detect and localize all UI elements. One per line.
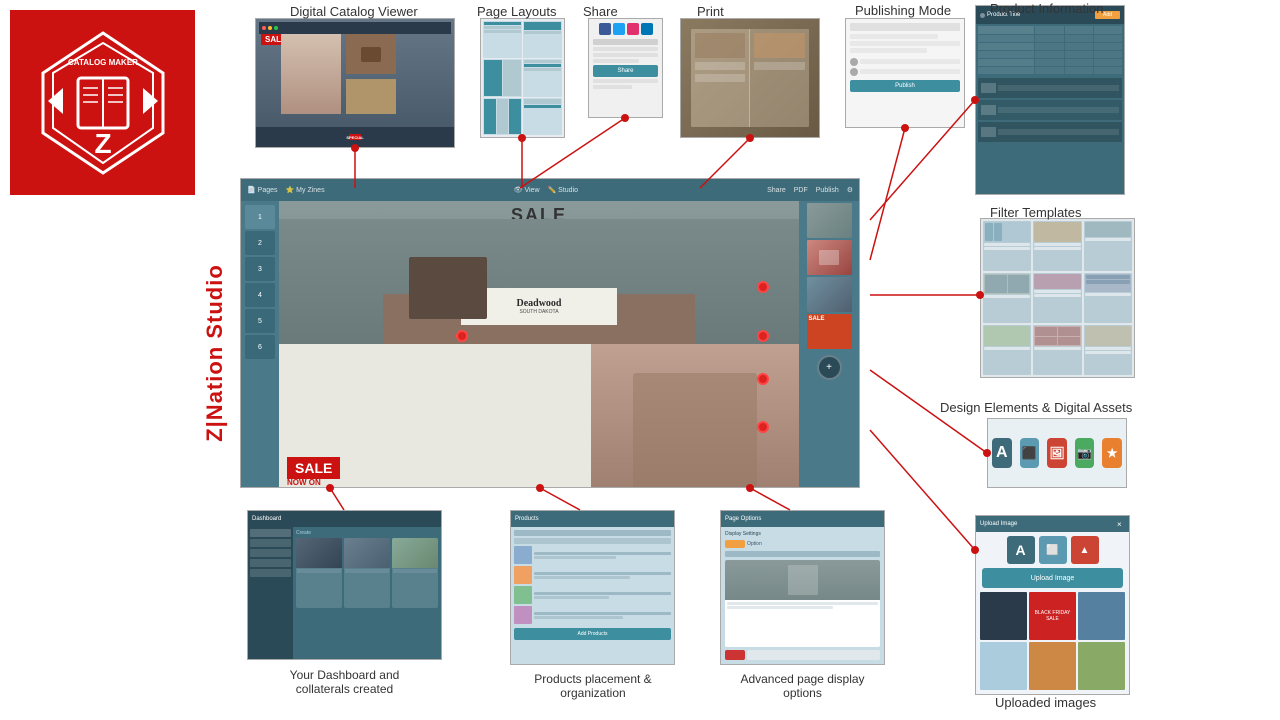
advanced-page-display-thumb: Page Options Display Settings Option (720, 510, 885, 665)
label-share: Share (583, 4, 618, 19)
filter-templates-thumb (980, 218, 1135, 378)
label-dashboard: Your Dashboard andcollaterals created (247, 668, 442, 696)
dashboard-thumb: Dashboard Create (247, 510, 442, 660)
design-elements-thumb: A ⬛ 🖼 📷 ★ (987, 418, 1127, 488)
page-thumb-2[interactable]: 2 (245, 231, 275, 255)
svg-text:CATALOG MAKER: CATALOG MAKER (68, 58, 138, 67)
publishing-mode-thumb: Publish (845, 18, 965, 128)
page-thumb-4[interactable]: 4 (245, 283, 275, 307)
editor-dot-5 (456, 330, 468, 342)
editor-right-panel: SALE + (799, 201, 859, 487)
main-editor: 📄 Pages ⭐ My Zines 👁 View ✏️ Studio Shar… (240, 178, 860, 488)
share-thumb: Share (588, 18, 663, 118)
canvas-content: SALE Deadwood SOUTH DAKOTA SALE (279, 201, 799, 487)
logo-container: CATALOG MAKER Z (10, 10, 195, 195)
label-print: Print (697, 4, 724, 19)
label-publishing-mode: Publishing Mode (855, 3, 951, 18)
page-thumb-5[interactable]: 5 (245, 309, 275, 333)
page-thumb-3[interactable]: 3 (245, 257, 275, 281)
label-advanced-page: Advanced page displayoptions (715, 672, 890, 700)
uploaded-images-thumb: Upload Image × A ⬜ ▲ Upload Image BLACK … (975, 515, 1130, 695)
product-information-thumb: Product Title Add (975, 5, 1125, 195)
label-product-info: Product Information (990, 1, 1103, 16)
digital-catalog-viewer-thumb: SALE SPECIAL (255, 18, 455, 148)
page-thumb-6[interactable]: 6 (245, 335, 275, 359)
vertical-brand-text: Z|Nation Studio (202, 264, 228, 442)
editor-canvas[interactable]: SALE Deadwood SOUTH DAKOTA SALE (279, 201, 799, 487)
svg-text:Z: Z (94, 128, 111, 159)
label-filter-templates: Filter Templates (990, 205, 1082, 220)
editor-body: 1 2 3 4 5 6 SALE (241, 201, 859, 487)
editor-page-sidebar: 1 2 3 4 5 6 (241, 201, 279, 487)
page-thumb-1[interactable]: 1 (245, 205, 275, 229)
label-design-elements: Design Elements & Digital Assets (940, 400, 1132, 415)
editor-dot-3 (757, 373, 769, 385)
editor-dot-2 (757, 330, 769, 342)
label-products-placement: Products placement &organization (508, 672, 678, 700)
label-page-layouts: Page Layouts (477, 4, 557, 19)
label-digital-catalog: Digital Catalog Viewer (290, 4, 418, 19)
page-layouts-thumb (480, 18, 565, 138)
label-uploaded-images: Uploaded images (995, 695, 1096, 710)
print-thumb (680, 18, 820, 138)
editor-toolbar: 📄 Pages ⭐ My Zines 👁 View ✏️ Studio Shar… (241, 179, 859, 201)
logo-svg: CATALOG MAKER Z (23, 23, 183, 183)
products-placement-thumb: Products (510, 510, 675, 665)
